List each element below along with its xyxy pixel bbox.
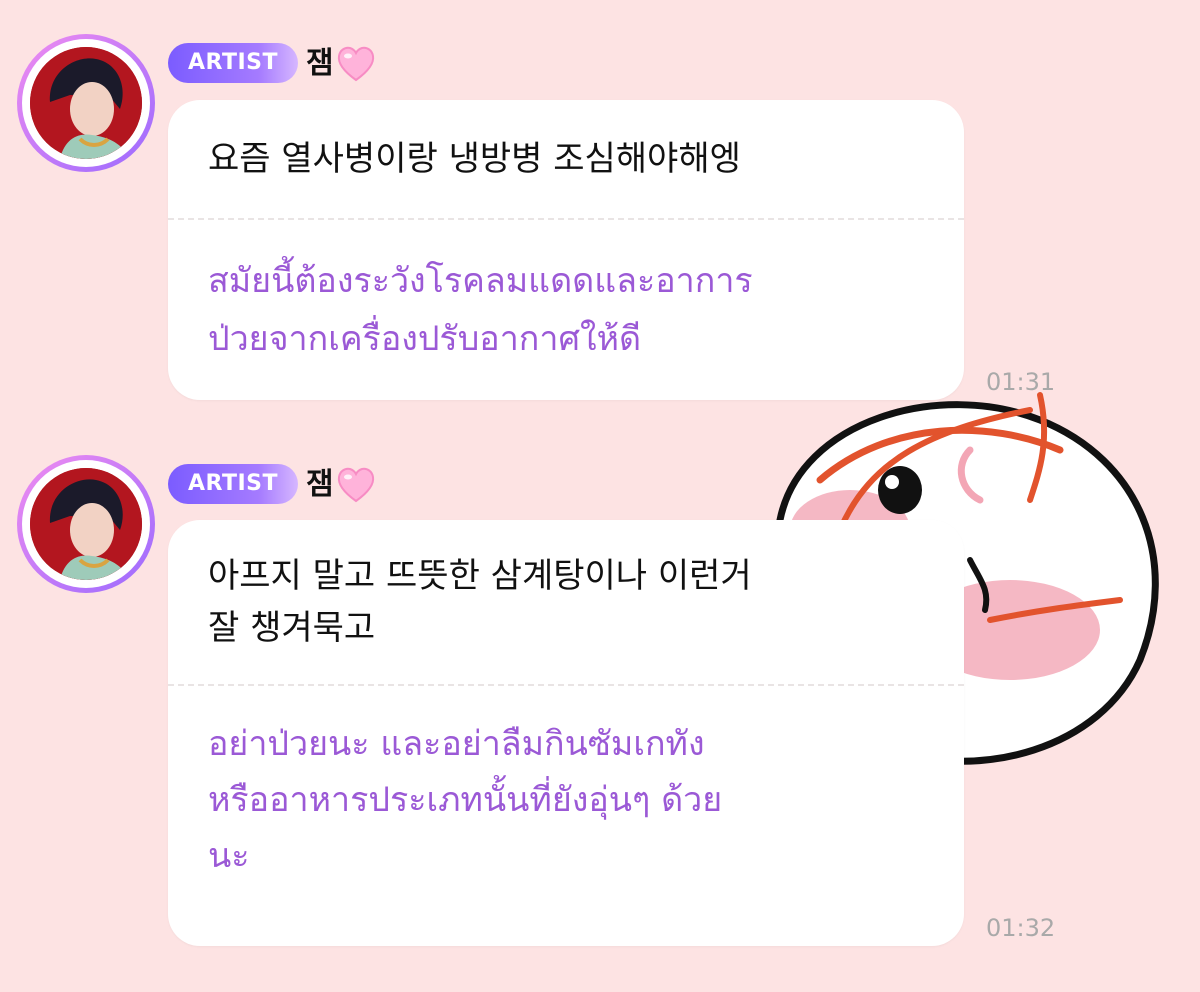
- message-text: 아프지 말고 뜨뜻한 삼계탕이나 이런거 잘 챙겨묵고: [208, 556, 752, 648]
- message-text: 요즘 열사병이랑 냉방병 조심해야해엥: [208, 139, 741, 179]
- message-bubble[interactable]: 아프지 말고 뜨뜻한 삼계탕이나 이런거 잘 챙겨묵고 อย่าป่วยนะ แ…: [168, 520, 964, 946]
- avatar-photo: [30, 47, 142, 159]
- message-bubble[interactable]: 요즘 열사병이랑 냉방병 조심해야해엥 สมัยนี้ต้องระวังโรคล…: [168, 100, 964, 400]
- artist-avatar[interactable]: [17, 455, 155, 593]
- artist-badge: ARTIST: [168, 43, 298, 83]
- pink-heart-icon: [337, 467, 374, 503]
- artist-avatar[interactable]: [17, 34, 155, 172]
- message-timestamp: 01:31: [986, 368, 1056, 396]
- avatar-photo: [30, 468, 142, 580]
- avatar-portrait-icon: [30, 47, 142, 159]
- sender-name-text: 잼: [306, 46, 334, 81]
- sender-name-text: 잼: [306, 467, 334, 502]
- message-timestamp: 01:32: [986, 914, 1056, 942]
- sender-name[interactable]: 잼: [306, 42, 376, 86]
- translation-text: สมัยนี้ต้องระวังโรคลมแดดและอาการ ป่วยจาก…: [208, 261, 753, 359]
- sender-name[interactable]: 잼: [306, 463, 376, 507]
- pink-heart-icon: [337, 46, 374, 82]
- translation-text: อย่าป่วยนะ และอย่าลืมกินซัมเกทัง หรืออาห…: [208, 724, 723, 876]
- avatar-portrait-icon: [30, 468, 142, 580]
- artist-badge: ARTIST: [168, 464, 298, 504]
